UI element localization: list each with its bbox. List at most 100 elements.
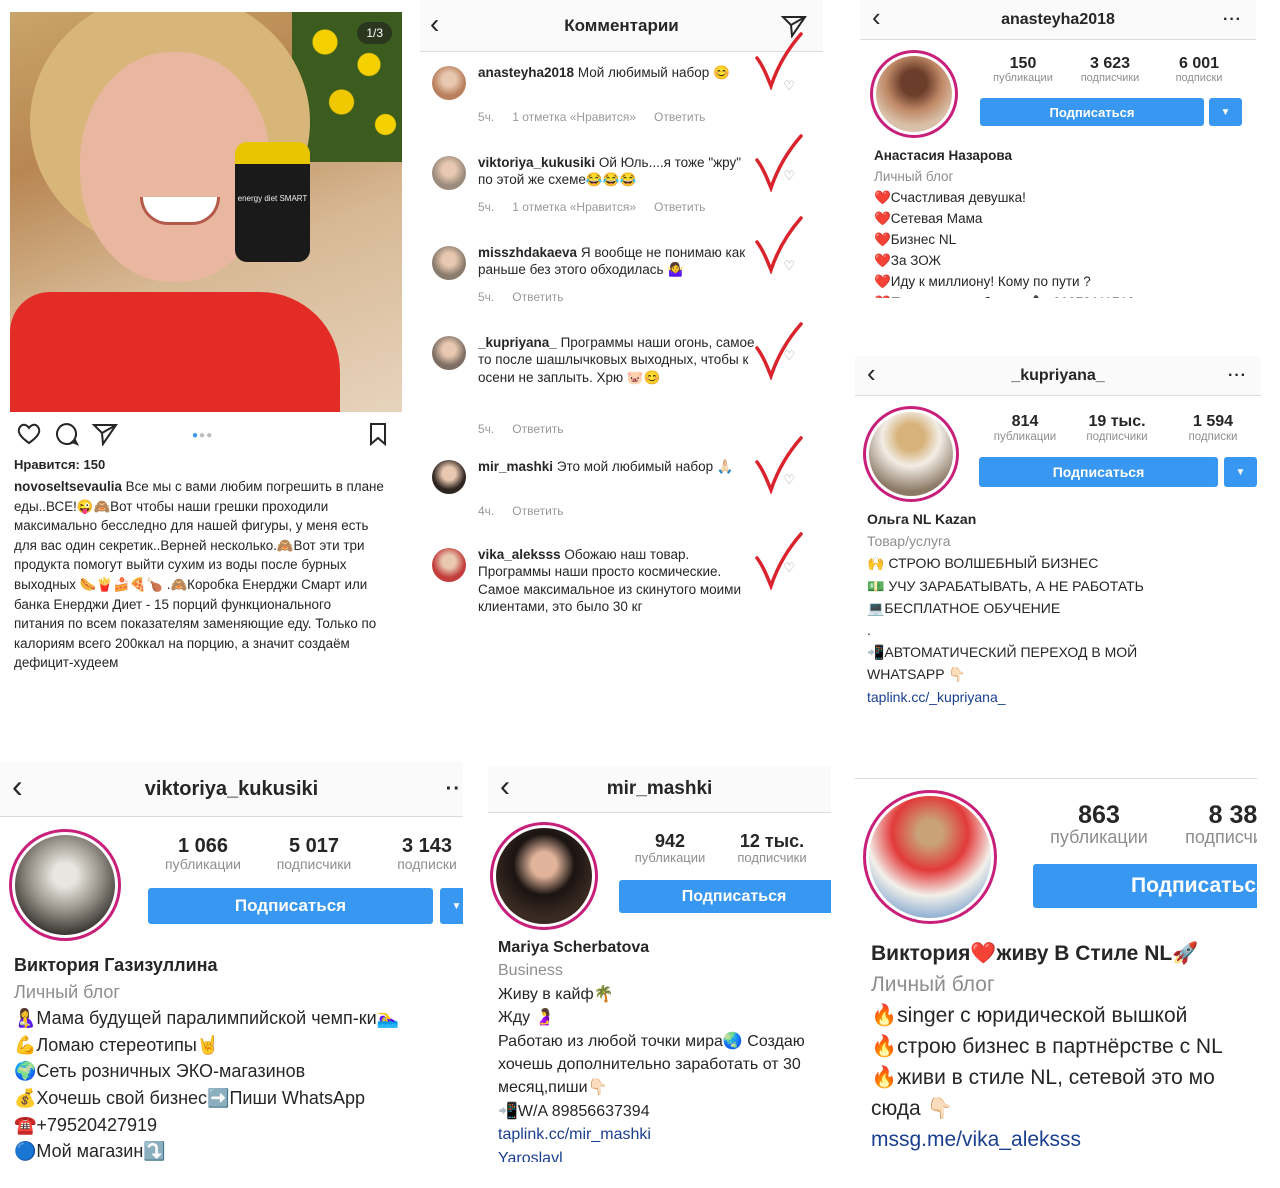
stat-label: публикации [993,430,1057,443]
bio-line: 💪Ломаю стереотипы🤘 [14,1034,220,1055]
bio-line: 🔥живи в стиле NL, сетевой это мо [871,1066,1215,1089]
avatar[interactable] [870,50,958,138]
bio-line: 📲W/A 89856637394 [498,1102,650,1120]
bio: Mariya Scherbatova Business Живу в кайф🌴 Жд… [498,936,805,1162]
comment-username[interactable]: vika_aleksss [478,547,561,562]
comment-meta: 5ч. Ответить [478,422,582,436]
comment-meta: 4ч. Ответить [478,504,582,518]
bio-line: ❤️Бизнес NL [874,232,957,247]
avatar[interactable] [490,822,598,930]
bio-link[interactable]: taplink.cc/_kupriyana_ [867,686,1144,706]
follow-button[interactable]: Подписаться [619,880,831,913]
stat-label: подписки [1175,71,1223,84]
stat-value: 1 594 [1192,413,1234,430]
back-icon[interactable]: ‹ [500,770,510,804]
comment-username[interactable]: misszhdakaeva [478,245,577,260]
avatar[interactable] [863,790,997,924]
comment-time: 5ч. [478,290,495,304]
comment-username[interactable]: viktoriya_kukusiki [478,155,595,170]
reply-button[interactable]: Ответить [654,200,705,214]
comment-time: 4ч. [478,504,495,518]
avatar[interactable] [9,829,121,941]
bio-link[interactable]: mssg.me/vika_aleksss [871,1124,1223,1155]
bio-line: ☎️+79520427919 [14,1114,158,1135]
profile-header: ‹ _kupriyana_ ··· [855,356,1261,396]
reply-button[interactable]: Ответить [512,290,563,304]
profile-username: _kupriyana_ [1011,366,1105,384]
category: Товар/услуга [867,533,951,550]
dropdown-button[interactable]: ▼ [1209,98,1242,126]
dropdown-button[interactable]: ▼ [1224,457,1257,487]
more-icon[interactable]: ··· [1223,11,1242,29]
stat-followers[interactable]: 12 тыс. подписчики [720,832,824,865]
comment-username[interactable]: mir_mashki [478,459,553,474]
comment-likes[interactable]: 1 отметка «Нравится» [512,110,636,124]
comment-username[interactable]: anasteyha2018 [478,65,574,80]
avatar[interactable] [432,66,466,100]
likes-count[interactable]: Нравится: 150 [14,457,105,472]
dropdown-button[interactable]: ▼ [440,888,463,924]
stat-value: 942 [654,831,686,851]
bookmark-icon[interactable] [368,422,388,446]
stat-label: подписчики [737,849,807,865]
back-icon[interactable]: ‹ [430,8,439,40]
follow-button[interactable]: Подписаться [979,457,1218,487]
more-icon[interactable]: ··· [1228,367,1247,385]
bio-line: WHATSAPP 👇🏻 [867,666,966,683]
follow-button[interactable]: Подписаться [148,888,433,924]
stat-following[interactable]: 6 001 подписки [1154,55,1244,84]
bio-line: 🔵Мой магазин⤵️ [14,1141,166,1162]
bio-line: . [867,622,871,639]
avatar[interactable] [432,336,466,370]
stat-posts: 863 публикации [1039,802,1159,847]
comment-likes[interactable]: 1 отметка «Нравится» [512,200,636,214]
follow-button[interactable]: Подписаться [1033,864,1257,908]
post-photo[interactable]: energy diet SMART 1/3 [10,12,402,412]
full-name: Mariya Scherbatova [498,939,650,956]
back-icon[interactable]: ‹ [867,358,876,389]
comment-icon[interactable] [54,422,80,446]
stat-followers[interactable]: 8 38подписчики [1173,802,1257,847]
share-icon[interactable] [92,422,118,446]
location-link[interactable]: Yaroslavl [498,1147,805,1162]
full-name: Ольга NL Kazan [867,511,977,527]
comment-text: vika_aleksss Обожаю наш товар. Программы… [478,546,755,615]
heart-icon[interactable] [16,422,42,446]
bio-line: 🙌 СТРОЮ ВОЛШЕБНЫЙ БИЗНЕС [867,555,1099,572]
profile-anasteyha: ‹ anasteyha2018 ··· 150 публикации 3 623 п… [860,0,1256,298]
stat-value: 12 тыс. [739,831,805,851]
post-panel: energy diet SMART 1/3 ●●● Нравится: 150 … [0,0,405,710]
comment-meta: 5ч. Ответить [478,290,582,304]
stat-following[interactable]: 3 143 подписки [374,836,463,872]
bio-link[interactable]: taplink.cc/mir_mashki [498,1123,805,1146]
back-icon[interactable]: ‹ [872,2,881,33]
stat-following[interactable]: 1 594 подписки [1167,413,1259,443]
avatar[interactable] [432,156,466,190]
comment-username[interactable]: _kupriyana_ [478,335,557,350]
more-icon[interactable]: ·· [446,778,461,801]
reply-button[interactable]: Ответить [512,504,563,518]
comment-body: Мой любимый набор 😊 [577,65,730,80]
stat-value: 3 623 [1089,55,1131,72]
stat-label: публикации [165,856,241,872]
category: Личный блог [874,169,954,184]
back-icon[interactable]: ‹ [12,768,23,805]
stat-label: подписчики [1080,71,1140,84]
reply-button[interactable]: Ответить [512,422,563,436]
avatar[interactable] [863,406,959,502]
stat-followers[interactable]: 3 623 подписчики [1064,55,1156,84]
follow-button[interactable]: Подписаться [980,98,1204,126]
bio-line: 💻БЕСПЛАТНОЕ ОБУЧЕНИЕ [867,599,1061,616]
stat-followers[interactable]: 19 тыс. подписчики [1071,413,1163,443]
avatar[interactable] [432,548,466,582]
avatar[interactable] [432,460,466,494]
comment-text: anasteyha2018 Мой любимый набор 😊 [478,64,755,81]
check-mark-icon [755,532,803,590]
bio-line: сюда 👇🏻 [871,1097,953,1120]
stat-followers[interactable]: 5 017 подписчики [261,836,367,872]
stat-posts: 150 публикации [978,55,1068,84]
bio-line: 🌍Сеть розничных ЭКО-магазинов [14,1061,306,1082]
caption-author[interactable]: novoseltsevaulia [14,479,122,494]
reply-button[interactable]: Ответить [654,110,705,124]
avatar[interactable] [432,246,466,280]
